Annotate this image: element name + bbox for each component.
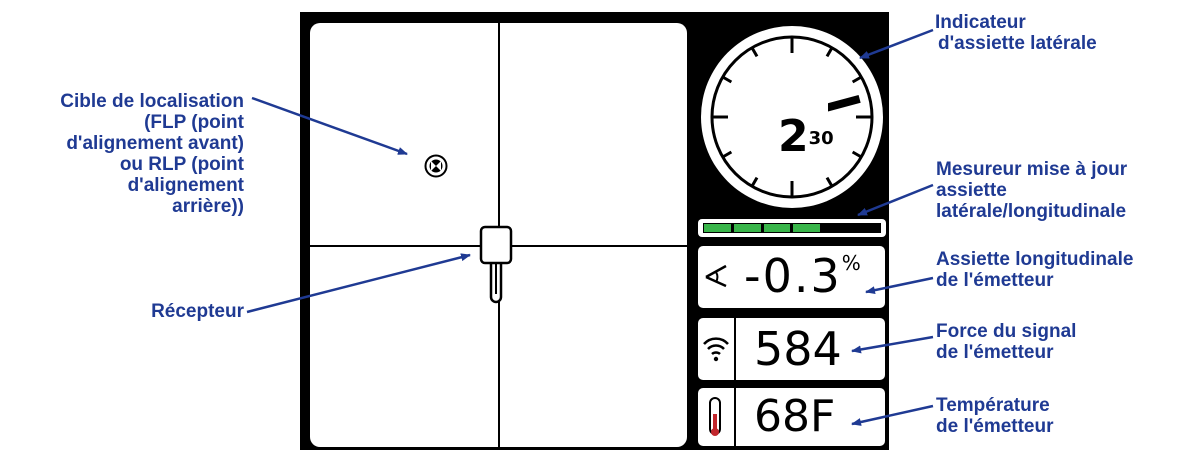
receiver-icon xyxy=(479,225,513,304)
temperature-value: 68F xyxy=(754,391,836,442)
update-meter-segment xyxy=(853,224,880,232)
locate-view xyxy=(310,23,687,447)
callout-signal: Force du signal de l'émetteur xyxy=(936,321,1077,363)
signal-value: 584 xyxy=(754,322,842,376)
signal-panel: 584 xyxy=(698,318,885,380)
update-meter-segment xyxy=(733,224,761,232)
receiver-screen: 230 -0.3% 584 68F xyxy=(300,12,889,450)
callout-locate-target: Cible de localisation (FLP (point d'alig… xyxy=(60,91,244,217)
update-meter xyxy=(698,219,886,237)
update-meter-track xyxy=(703,223,881,233)
roll-minutes: 30 xyxy=(808,128,834,149)
callout-temperature: Température de l'émetteur xyxy=(936,395,1054,437)
temperature-divider xyxy=(734,388,736,446)
pitch-icon xyxy=(705,264,727,288)
roll-gauge: 230 xyxy=(698,23,886,211)
callout-update-meter: Mesureur mise à jour assiette latérale/l… xyxy=(936,159,1128,222)
roll-hours: 2 xyxy=(778,111,809,162)
pitch-panel: -0.3% xyxy=(698,246,885,308)
temperature-panel: 68F xyxy=(698,388,885,446)
callout-pitch: Assiette longitudinale de l'émetteur xyxy=(936,249,1134,291)
pitch-unit: % xyxy=(841,251,861,275)
update-meter-segment xyxy=(704,224,731,232)
update-meter-segment xyxy=(763,224,791,232)
locate-target-icon xyxy=(424,154,448,178)
wifi-signal-icon xyxy=(703,337,729,362)
callout-receiver: Récepteur xyxy=(151,301,244,322)
callout-roll-indicator: Indicateur d'assiette latérale xyxy=(935,12,1097,54)
roll-reading: 230 xyxy=(778,115,834,159)
pitch-value-group: -0.3% xyxy=(744,249,861,303)
signal-divider xyxy=(734,318,736,380)
update-meter-segment xyxy=(823,224,851,232)
pitch-value: -0.3 xyxy=(744,249,842,303)
update-meter-segment xyxy=(793,224,821,232)
thermometer-icon xyxy=(709,397,721,436)
